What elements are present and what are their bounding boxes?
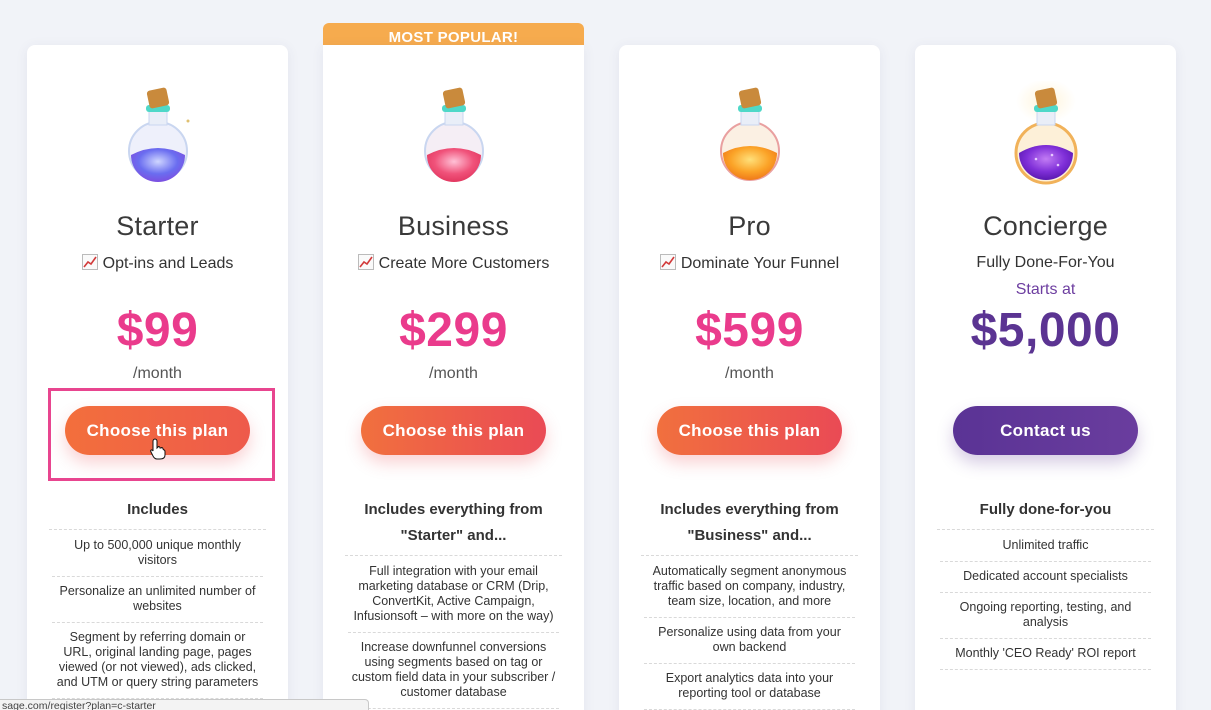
- list-item: Segment by referring domain or URL, orig…: [52, 623, 263, 699]
- plan-period: /month: [429, 365, 478, 382]
- chart-increasing-icon: [81, 254, 98, 270]
- plan-tagline-text: Opt-ins and Leads: [102, 255, 234, 272]
- includes-title: Includes everything from "Business" and.…: [641, 497, 858, 556]
- hand-cursor-icon: [150, 438, 166, 460]
- plan-name: Business: [397, 211, 510, 241]
- list-item: Increase downfunnel conversions using se…: [348, 633, 559, 709]
- plan-card-concierge: Concierge Fully Done-For-You Starts at $…: [915, 45, 1176, 710]
- list-item: Personalize using data from your own bac…: [644, 618, 855, 664]
- list-item: Full integration with your email marketi…: [348, 557, 559, 633]
- chart-increasing-icon: [659, 254, 676, 270]
- plan-tagline: Fully Done-For-You: [976, 254, 1115, 271]
- plan-tagline-text: Dominate Your Funnel: [680, 255, 840, 272]
- pink-potion-icon: [423, 87, 484, 182]
- chart-increasing-icon: [357, 254, 374, 270]
- feature-list: Automatically segment anonymous traffic …: [644, 557, 855, 710]
- plan-tagline-text: Create More Customers: [378, 255, 550, 272]
- browser-status-bar-url: sage.com/register?plan=c-starter: [0, 699, 369, 710]
- feature-list: Full integration with your email marketi…: [348, 557, 559, 709]
- list-item: Personalize an unlimited number of websi…: [52, 577, 263, 623]
- feature-list: Up to 500,000 unique monthly visitors Pe…: [52, 531, 263, 699]
- plan-tagline: Opt-ins and Leads: [27, 254, 288, 273]
- list-item: Unlimited traffic: [940, 531, 1151, 562]
- plan-tagline: Create More Customers: [323, 254, 584, 273]
- list-item: Automatically segment anonymous traffic …: [644, 557, 855, 618]
- purple-potion-icon: [1014, 81, 1077, 185]
- includes-title: Includes: [49, 497, 266, 530]
- plan-name: Starter: [116, 211, 199, 241]
- plan-price: $599: [695, 304, 804, 357]
- plan-price: $99: [116, 304, 199, 357]
- plan-name: Concierge: [983, 211, 1108, 241]
- plan-card-business: Business Create More Customers $299 /mon…: [323, 45, 584, 710]
- list-item: Up to 500,000 unique monthly visitors: [52, 531, 263, 577]
- plan-card-pro: Pro Dominate Your Funnel $599 /month Cho…: [619, 45, 880, 710]
- plan-period: /month: [133, 365, 182, 382]
- plan-period: /month: [725, 365, 774, 382]
- orange-potion-icon: [719, 87, 780, 181]
- includes-title: Includes everything from "Starter" and..…: [345, 497, 562, 556]
- plan-card-starter: Starter Opt-ins and Leads $99 /month Cho…: [27, 45, 288, 710]
- list-item: Dedicated account specialists: [940, 562, 1151, 593]
- choose-plan-button-business[interactable]: Choose this plan: [361, 406, 546, 455]
- includes-title: Fully done-for-you: [937, 497, 1154, 530]
- starts-at-label: Starts at: [1015, 281, 1076, 298]
- blue-potion-icon: [127, 87, 189, 182]
- choose-plan-button-pro[interactable]: Choose this plan: [657, 406, 842, 455]
- list-item: Monthly 'CEO Ready' ROI report: [940, 639, 1151, 670]
- list-item: Export analytics data into your reportin…: [644, 664, 855, 710]
- plan-name: Pro: [728, 211, 771, 241]
- plan-tagline: Dominate Your Funnel: [619, 254, 880, 273]
- feature-list: Unlimited traffic Dedicated account spec…: [940, 531, 1151, 670]
- plan-price: $299: [399, 304, 508, 357]
- list-item: Ongoing reporting, testing, and analysis: [940, 593, 1151, 639]
- contact-us-button[interactable]: Contact us: [953, 406, 1138, 455]
- plan-price: $5,000: [970, 304, 1121, 357]
